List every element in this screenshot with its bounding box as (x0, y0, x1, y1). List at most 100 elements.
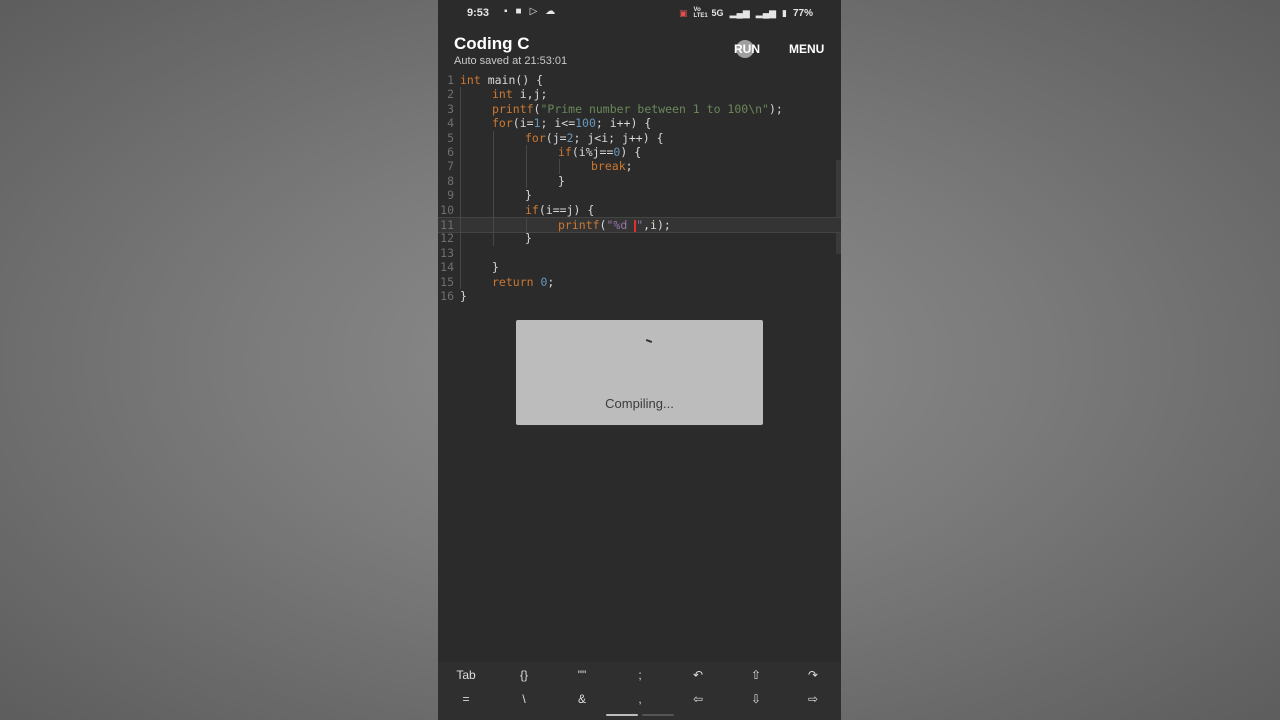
code-token: ); (768, 101, 783, 116)
keyword-token: return (492, 274, 534, 289)
code-text: if(i==j) { (525, 203, 594, 217)
code-line[interactable]: 2 int i,j; (438, 87, 841, 102)
indent-guide (460, 145, 461, 160)
indent-guide (460, 202, 461, 217)
indent-guide (460, 116, 461, 131)
key-semicolon[interactable]: ; (620, 668, 660, 682)
indent-guide (526, 173, 527, 189)
code-line[interactable]: 1 int main() { (438, 73, 841, 87)
code-token: ) { (620, 145, 642, 159)
code-token: ; (625, 159, 633, 174)
compiling-dialog: Compiling... (516, 320, 763, 425)
signal-icon: ▂▄▆ (729, 7, 750, 18)
code-line[interactable]: 7 break; (438, 159, 841, 174)
gesture-nav-bar[interactable] (606, 714, 638, 716)
key-ampersand[interactable]: & (562, 692, 602, 706)
code-line[interactable]: 6 if(i%j==0) { (438, 145, 841, 160)
indent-guide (493, 231, 494, 246)
code-line[interactable]: 3 printf("Prime number between 1 to 100\n… (438, 101, 841, 117)
code-line[interactable]: 14} (438, 260, 841, 275)
line-number: 7 (447, 159, 454, 174)
code-token: ; i<= (540, 116, 576, 131)
line-number: 15 (440, 274, 454, 289)
code-line[interactable]: 9} (438, 188, 841, 203)
arrow-down-icon[interactable]: ⇩ (736, 692, 776, 706)
indent-guide (493, 159, 494, 174)
indent-guide (460, 245, 461, 261)
keyword-token: printf (492, 101, 534, 116)
autosave-status: Auto saved at 21:53:01 (454, 55, 568, 67)
code-text: } (492, 260, 499, 274)
battery-icon: ▮ (782, 7, 787, 18)
app-title: Coding C (454, 34, 530, 53)
indent-guide (559, 159, 560, 174)
code-line[interactable]: 8} (438, 173, 841, 189)
code-token: } (492, 260, 499, 275)
string-token: "Prime number between 1 to 100\n" (540, 101, 769, 116)
line-number: 12 (440, 231, 454, 246)
number-token: 1 (533, 116, 541, 131)
keyword-token: if (525, 202, 539, 217)
code-line[interactable]: 10 if(i==j) { (438, 202, 841, 217)
status-bar: 9:53 ▪ ■ ▷ ☁ ▣ Vo LTE1 5G ▂▄▆ ▂▄▆ ▮ 77% (438, 0, 841, 28)
key-braces[interactable]: {} (504, 668, 544, 682)
indent-guide (493, 188, 494, 203)
cast-icon: ▣ (679, 7, 688, 18)
run-button[interactable]: RUN (734, 42, 760, 56)
indent-guide (493, 145, 494, 160)
status-time: 9:53 (467, 7, 490, 19)
line-number: 9 (447, 188, 454, 203)
code-token: } (460, 289, 467, 303)
key-comma[interactable]: , (620, 692, 660, 706)
code-line[interactable]: 15 return 0; (438, 274, 841, 289)
code-text: break; (591, 159, 633, 173)
code-line[interactable]: 5 for(j=2; j<i; j++) { (438, 130, 841, 145)
line-number: 2 (447, 87, 454, 102)
code-text: } (525, 231, 532, 245)
keyword-token: for (492, 116, 513, 131)
key-tab[interactable]: Tab (446, 668, 486, 682)
volte-label: Vo LTE1 (693, 7, 708, 19)
code-text: for(i=1; i<=100; i++) { (492, 116, 651, 130)
code-text: } (525, 188, 532, 202)
code-editor[interactable]: 1 int main() {2 int i,j; 3 printf("Prime num… (438, 72, 841, 312)
code-text: } (558, 174, 565, 188)
code-token: (j= (545, 130, 567, 145)
code-token: (i%j== (571, 145, 614, 159)
redo-icon[interactable]: ↷ (793, 668, 833, 682)
shift-up-icon[interactable]: ⇧ (736, 668, 776, 682)
code-text: } (460, 289, 467, 303)
undo-icon[interactable]: ↶ (678, 668, 718, 682)
code-line[interactable]: 12} (438, 231, 841, 246)
arrow-left-icon[interactable]: ⇦ (678, 692, 718, 706)
key-quotes[interactable]: "" (562, 668, 602, 682)
code-text: int main() { (460, 73, 543, 87)
code-token: } (525, 188, 532, 203)
line-number: 3 (447, 101, 454, 116)
indent-guide (526, 218, 527, 233)
symbol-keybar: Tab {} "" ; ↶ ⇧ ↷ = \ & , ⇦ ⇩ ⇨ (438, 662, 841, 720)
menu-button[interactable]: MENU (789, 42, 824, 56)
battery-percent: 77% (792, 7, 813, 19)
key-backslash[interactable]: \ (504, 692, 544, 706)
code-text: printf("Prime number between 1 to 100\n"… (492, 102, 783, 116)
line-number: 13 (440, 245, 454, 260)
key-equals[interactable]: = (446, 692, 486, 706)
arrow-right-icon[interactable]: ⇨ (793, 692, 833, 706)
code-line[interactable]: 13 (438, 245, 841, 261)
code-line[interactable]: 4 for(i=1; i<=100; i++) { (438, 116, 841, 131)
line-number: 4 (447, 116, 454, 131)
indent-guide (493, 130, 494, 145)
app-bar: Coding C Auto saved at 21:53:01 RUN MENU (438, 28, 841, 72)
indent-guide (460, 101, 461, 117)
code-token: ; (547, 274, 555, 289)
indent-guide (493, 202, 494, 217)
progress-spinner-icon (645, 339, 653, 343)
code-line[interactable]: 16} (438, 289, 841, 303)
indent-guide (460, 159, 461, 174)
code-text: int i,j; (492, 87, 547, 101)
play-store-icon: ▷ (529, 6, 538, 17)
code-token: main() { (480, 73, 544, 87)
line-number: 14 (440, 260, 454, 275)
indent-guide (493, 173, 494, 189)
